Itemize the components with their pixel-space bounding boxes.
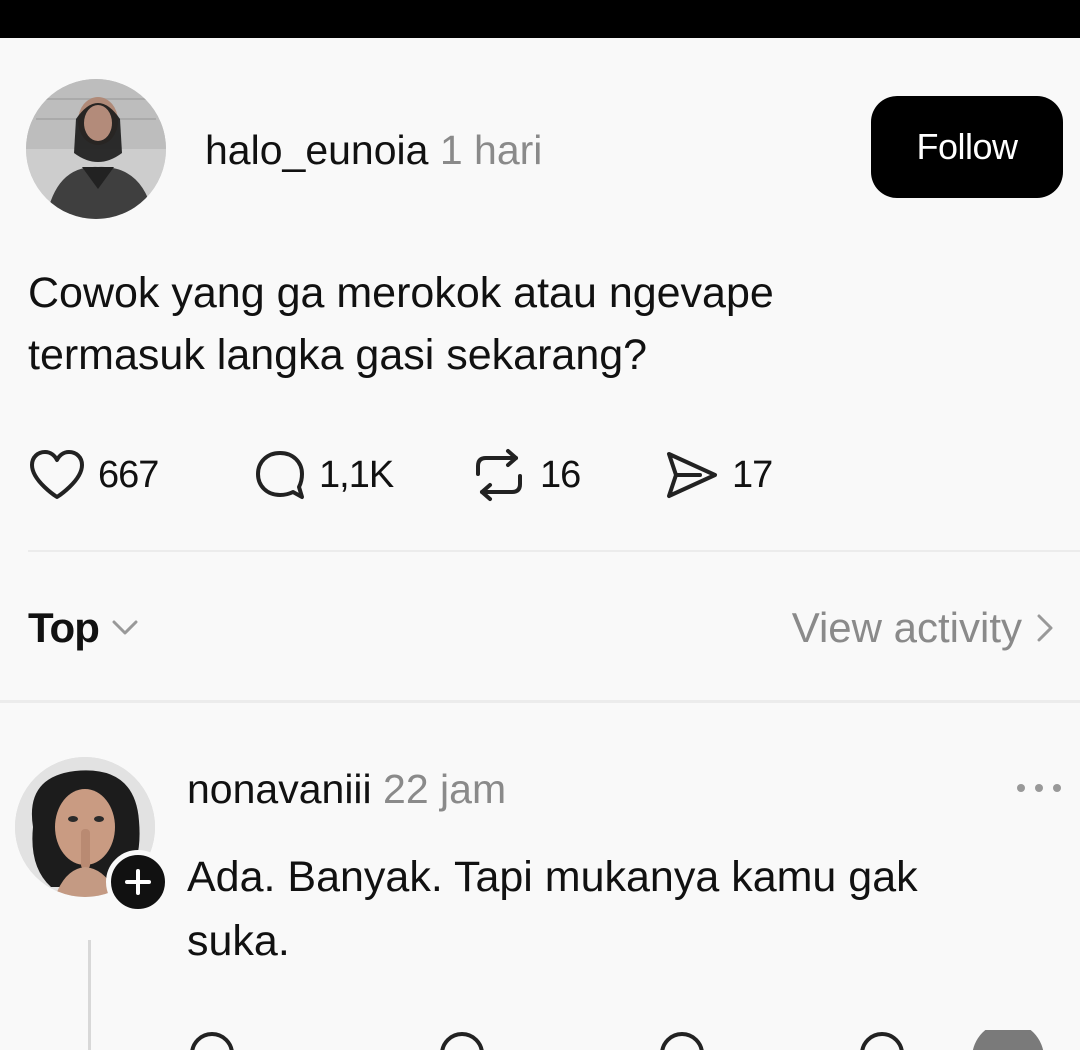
share-button[interactable]: 17 — [664, 440, 773, 510]
comment-username[interactable]: nonavaniii — [187, 766, 372, 812]
follow-badge[interactable] — [106, 850, 170, 914]
comment-button[interactable]: 1,1K — [253, 440, 394, 510]
sort-label: Top — [28, 604, 100, 651]
view-activity-link[interactable]: View activity — [792, 604, 1054, 652]
comment-header: nonavaniii 22 jam — [187, 762, 506, 816]
repost-icon — [476, 449, 522, 501]
post-text-line: termasuk langka gasi sekarang? — [28, 331, 648, 379]
comment-count: 1,1K — [319, 453, 394, 496]
post-author-avatar[interactable] — [26, 79, 166, 219]
post-time: 1 hari — [439, 127, 543, 173]
more-dots-icon[interactable] — [1014, 778, 1064, 798]
speech-bubble-icon — [256, 451, 304, 499]
post-header: halo_eunoia 1 hari — [205, 123, 542, 177]
divider — [28, 550, 1080, 552]
post-text: Cowok yang ga merokok atau ngevape terma… — [28, 262, 1048, 386]
comment-text: Ada. Banyak. Tapi mukanya kamu gak suka. — [187, 845, 1057, 973]
plus-icon — [125, 869, 151, 895]
floating-action-button[interactable] — [972, 1030, 1044, 1050]
comment-action-bar-partial — [0, 1030, 1080, 1050]
chevron-right-icon — [1037, 614, 1053, 642]
divider — [0, 700, 1080, 703]
chevron-down-icon — [112, 620, 138, 635]
post-text-line: Cowok yang ga merokok atau ngevape — [28, 269, 774, 317]
speech-bubble-icon[interactable] — [440, 1032, 484, 1050]
sort-dropdown[interactable]: Top — [28, 604, 139, 652]
repost-icon[interactable] — [660, 1032, 704, 1050]
send-icon — [667, 452, 717, 498]
post-username[interactable]: halo_eunoia — [205, 127, 428, 173]
post-action-bar: 667 1,1K 16 17 — [0, 440, 1080, 510]
heart-icon — [30, 450, 84, 499]
heart-icon[interactable] — [190, 1032, 234, 1050]
repost-count: 16 — [540, 453, 581, 496]
like-count: 667 — [98, 453, 159, 496]
comment-time: 22 jam — [383, 766, 507, 812]
share-count: 17 — [732, 453, 773, 496]
send-icon[interactable] — [860, 1032, 904, 1050]
follow-button[interactable]: Follow — [871, 96, 1063, 198]
status-bar — [0, 0, 1080, 38]
comment-text-line: Ada. Banyak. Tapi mukanya kamu gak — [187, 853, 918, 901]
like-button[interactable]: 667 — [28, 440, 159, 510]
comment-text-line: suka. — [187, 917, 290, 965]
view-activity-label: View activity — [791, 604, 1022, 651]
repost-button[interactable]: 16 — [470, 440, 581, 510]
